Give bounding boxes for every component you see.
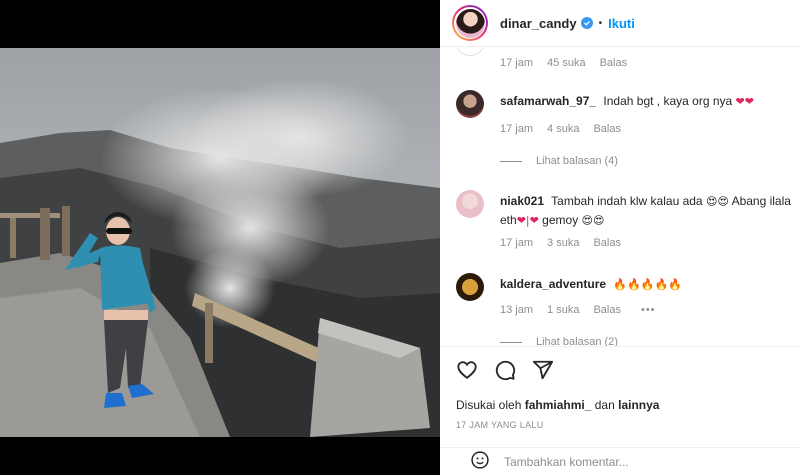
comment-meta: 13 jam 1 suka Balas ••• xyxy=(500,304,656,316)
liked-by-others[interactable]: lainnya xyxy=(618,398,659,412)
author-avatar[interactable] xyxy=(452,5,488,41)
liked-by-user[interactable]: fahmiahmi_ xyxy=(525,398,592,412)
view-replies-label: Lihat balasan (4) xyxy=(536,155,618,167)
add-comment-bar: Tambahkan komentar... xyxy=(440,447,800,475)
action-icons xyxy=(456,359,784,384)
liked-by-and: dan xyxy=(594,398,615,412)
comment-likes[interactable]: 4 suka xyxy=(547,123,579,135)
comment-text-gemoy: gemoy xyxy=(542,213,579,227)
comment-likes[interactable]: 45 suka xyxy=(547,57,586,69)
comment-text: Tambah indah klw kalau ada xyxy=(551,194,703,208)
post-actions: Disukai oleh fahmiahmi_ dan lainnya 17 J… xyxy=(440,346,800,430)
reply-button[interactable]: Balas xyxy=(593,123,621,135)
comment-time: 17 jam xyxy=(500,57,534,69)
emoji-icon[interactable] xyxy=(470,450,490,473)
comment-time: 17 jam xyxy=(500,237,534,249)
post-side-panel: dinar_candy • Ikuti 17 jam 45 suka Balas… xyxy=(440,0,800,475)
comment-emoji-hearts: ❤|❤ xyxy=(516,214,539,227)
comment-emoji: ❤❤ xyxy=(735,95,754,108)
comment-likes[interactable]: 3 suka xyxy=(547,237,579,249)
liked-by-prefix: Disukai oleh xyxy=(456,398,522,412)
view-replies-label: Lihat balasan (2) xyxy=(536,336,618,346)
comment-text: Indah bgt , kaya org nya xyxy=(603,94,733,108)
post-photo[interactable] xyxy=(0,48,440,437)
commenter-avatar[interactable] xyxy=(456,190,484,218)
replies-line xyxy=(500,341,522,343)
view-replies-button[interactable]: Lihat balasan (4) xyxy=(500,155,618,167)
commenter-avatar[interactable] xyxy=(456,90,484,118)
more-options-icon[interactable]: ••• xyxy=(641,304,656,316)
comment-icon[interactable] xyxy=(494,359,516,384)
reply-button[interactable]: Balas xyxy=(600,57,628,69)
reply-button[interactable]: Balas xyxy=(593,304,621,316)
post-media-area xyxy=(0,0,440,475)
heart-icon[interactable] xyxy=(456,359,478,384)
post-header: dinar_candy • Ikuti xyxy=(440,0,800,47)
commenter-avatar[interactable] xyxy=(456,273,484,301)
separator-dot: • xyxy=(598,17,603,29)
add-comment-input[interactable]: Tambahkan komentar... xyxy=(504,455,629,469)
comment-emoji-end: 😍😍 xyxy=(581,214,605,227)
author-username[interactable]: dinar_candy xyxy=(500,16,577,31)
comment-meta: 17 jam 45 suka Balas xyxy=(500,57,627,69)
comment-time: 13 jam xyxy=(500,304,534,316)
comment-likes[interactable]: 1 suka xyxy=(547,304,579,316)
reply-button[interactable]: Balas xyxy=(593,237,621,249)
comment-text-line2: eth xyxy=(500,213,517,227)
view-replies-button[interactable]: Lihat balasan (2) xyxy=(500,336,618,346)
follow-button[interactable]: Ikuti xyxy=(608,16,635,31)
previous-comment-avatar xyxy=(456,48,484,56)
replies-line xyxy=(500,160,522,162)
commenter-username[interactable]: niak021 xyxy=(500,194,544,208)
comment-text-continued: Abang ilala xyxy=(731,194,791,208)
commenter-username[interactable]: kaldera_adventure xyxy=(500,277,606,291)
crater-photo xyxy=(0,48,440,437)
comment-meta: 17 jam 4 suka Balas xyxy=(500,123,621,135)
verified-badge-icon xyxy=(580,17,593,29)
comment-emoji: 🔥🔥🔥🔥🔥 xyxy=(613,278,682,291)
comment-time: 17 jam xyxy=(500,123,534,135)
commenter-username[interactable]: safamarwah_97_ xyxy=(500,94,596,108)
comment-meta: 17 jam 3 suka Balas xyxy=(500,237,621,249)
comments-list[interactable]: 17 jam 45 suka Balas safamarwah_97_ Inda… xyxy=(440,48,800,346)
post-timestamp[interactable]: 17 JAM YANG LALU xyxy=(456,420,784,430)
share-icon[interactable] xyxy=(532,359,554,384)
comment-emoji: 😍😍 xyxy=(705,195,729,208)
liked-by: Disukai oleh fahmiahmi_ dan lainnya xyxy=(456,398,784,412)
